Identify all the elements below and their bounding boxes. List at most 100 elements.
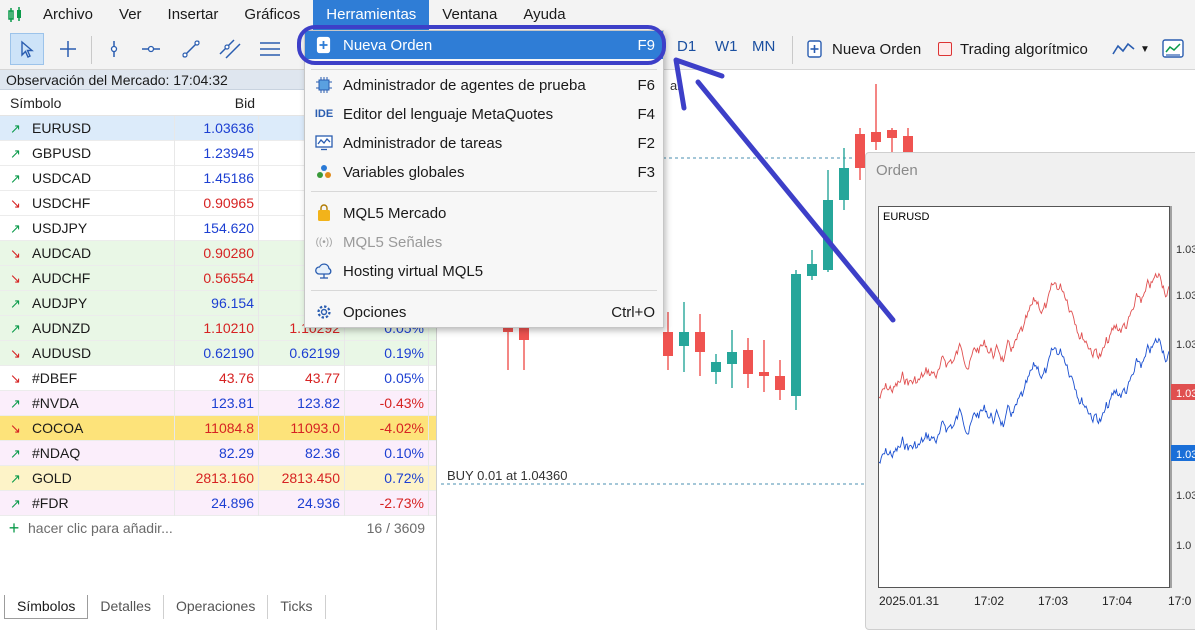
y-tick-2: 1.03: [1176, 290, 1195, 302]
menu-item-label: Editor del lenguaje MetaQuotes: [343, 105, 554, 123]
tab-ticks[interactable]: Ticks: [268, 595, 326, 619]
table-row[interactable]: ↘ AUDUSD 0.62190 0.62199 0.19%: [0, 340, 436, 366]
arrow-up-icon: ↗: [10, 295, 21, 311]
menu-item-hosting-virtual[interactable]: Hosting virtual MQL5: [305, 257, 663, 285]
y-tick-5: 1.0: [1176, 540, 1191, 552]
bid-cell: 0.62190: [175, 340, 259, 366]
timeframe-w1[interactable]: W1: [715, 38, 738, 55]
bid-cell: 43.76: [175, 365, 259, 391]
arrow-up-icon: ↗: [10, 320, 21, 336]
menu-item-shortcut: F6: [637, 76, 655, 94]
candle-body: [855, 134, 865, 168]
change-cell: 0.19%: [345, 340, 429, 366]
cursor-tool-button[interactable]: [10, 33, 44, 65]
task-manager-icon: [305, 135, 343, 151]
buy-order-label[interactable]: BUY 0.01 at 1.04360: [447, 468, 567, 483]
menu-insertar[interactable]: Insertar: [155, 0, 232, 30]
arrow-down-icon: ↘: [10, 370, 21, 386]
annotation-highlight-ring: [297, 25, 666, 65]
menu-item-agentes-prueba[interactable]: Administrador de agentes de prueba F6: [305, 71, 663, 99]
change-cell: -4.02%: [345, 415, 429, 441]
menu-item-mql5-mercado[interactable]: MQL5 Mercado: [305, 199, 663, 227]
symbol-name: EURUSD: [32, 119, 92, 136]
menu-item-administrador-tareas[interactable]: Administrador de tareas F2: [305, 129, 663, 157]
symbol-cell: ↘ COCOA: [0, 415, 175, 441]
symbol-cell: ↗ USDCAD: [0, 165, 175, 191]
symbol-name: USDJPY: [32, 219, 88, 236]
symbol-cell: ↗ GOLD: [0, 465, 175, 491]
crosshair-tool-button[interactable]: [52, 33, 84, 65]
trendline-button[interactable]: [176, 33, 206, 65]
menu-item-opciones[interactable]: Opciones Ctrl+O: [305, 298, 663, 326]
menu-item-mql5-senales[interactable]: ((•)) MQL5 Señales: [305, 228, 663, 256]
vertical-line-icon: [110, 41, 118, 57]
symbol-name: #FDR: [32, 494, 69, 511]
plus-icon[interactable]: +: [0, 518, 28, 539]
symbol-cell: ↗ EURUSD: [0, 115, 175, 141]
menu-item-label: MQL5 Mercado: [343, 204, 447, 222]
bid-cell: 154.620: [175, 215, 259, 241]
signals-icon: ((•)): [315, 236, 333, 248]
candle-body: [839, 168, 849, 200]
add-symbol-link[interactable]: hacer clic para añadir...: [28, 520, 345, 536]
menu-item-variables-globales[interactable]: Variables globales F3: [305, 158, 663, 186]
arrow-up-icon: ↗: [10, 145, 21, 161]
candle-body: [519, 328, 529, 340]
symbol-name: AUDCAD: [32, 244, 92, 261]
indicators-dropdown-button[interactable]: ▼: [1110, 33, 1152, 65]
table-row[interactable]: ↗ #FDR 24.896 24.936 -2.73%: [0, 490, 436, 516]
bid-price-tag: 1.03: [1176, 449, 1195, 461]
table-row[interactable]: ↗ #NDAQ 82.29 82.36 0.10%: [0, 440, 436, 466]
ask-cell: 43.77: [259, 365, 345, 391]
arrow-up-icon: ↗: [10, 220, 21, 236]
timeframe-mn[interactable]: MN: [752, 38, 775, 55]
ask-price-tag: 1.03: [1176, 388, 1195, 400]
menu-item-editor-metaquotes[interactable]: IDE Editor del lenguaje MetaQuotes F4: [305, 100, 663, 128]
menu-item-shortcut: F2: [637, 134, 655, 152]
menu-archivo[interactable]: Archivo: [30, 0, 106, 30]
change-cell: -2.73%: [345, 490, 429, 516]
menu-item-label: Administrador de agentes de prueba: [343, 76, 586, 94]
vertical-line-button[interactable]: [100, 33, 128, 65]
table-row[interactable]: ↘ #DBEF 43.76 43.77 0.05%: [0, 365, 436, 391]
bid-cell: 1.10210: [175, 315, 259, 341]
y-tick-1: 1.03: [1176, 244, 1195, 256]
candle-body: [663, 332, 673, 356]
menu-ver[interactable]: Ver: [106, 0, 155, 30]
candle-body: [695, 332, 705, 352]
chart-templates-button[interactable]: [1160, 33, 1186, 65]
market-bag-icon: [305, 204, 343, 222]
bid-cell: 0.90280: [175, 240, 259, 266]
bid-cell: 24.896: [175, 490, 259, 516]
menu-graficos[interactable]: Gráficos: [231, 0, 313, 30]
arrow-down-icon: ↘: [10, 245, 21, 261]
tab-detalles[interactable]: Detalles: [88, 595, 164, 619]
timeframe-d1[interactable]: D1: [677, 38, 696, 55]
header-symbol[interactable]: Símbolo: [0, 95, 175, 111]
table-row[interactable]: ↘ COCOA 11084.8 11093.0 -4.02%: [0, 415, 436, 441]
change-cell: 0.72%: [345, 465, 429, 491]
chip-icon: [305, 76, 343, 94]
fibonacci-button[interactable]: [254, 33, 286, 65]
line-chart-icon: [1112, 42, 1135, 55]
new-order-toolbar-button[interactable]: Nueva Orden: [806, 33, 921, 65]
symbol-name: AUDUSD: [32, 344, 92, 361]
bid-cell: 123.81: [175, 390, 259, 416]
table-row[interactable]: ↗ GOLD 2813.160 2813.450 0.72%: [0, 465, 436, 491]
new-order-toolbar-label: Nueva Orden: [832, 40, 922, 58]
tab-simbolos[interactable]: Símbolos: [4, 595, 89, 619]
horizontal-line-button[interactable]: [136, 33, 166, 65]
x-tick-date: 2025.01.31: [879, 594, 939, 608]
header-bid[interactable]: Bid: [175, 95, 259, 111]
ide-icon: IDE: [314, 108, 334, 120]
candle-body: [679, 332, 689, 346]
channel-button[interactable]: [214, 33, 246, 65]
bid-cell: 96.154: [175, 290, 259, 316]
order-dialog[interactable]: Orden EURUSD 1.03 1.03 1.03 1.03 1.0 1.0…: [865, 152, 1195, 630]
tab-operaciones[interactable]: Operaciones: [164, 595, 269, 619]
table-row[interactable]: ↗ #NVDA 123.81 123.82 -0.43%: [0, 390, 436, 416]
menu-item-label: Opciones: [343, 303, 407, 321]
fibonacci-icon: [260, 42, 280, 56]
symbol-name: AUDCHF: [32, 269, 91, 286]
algo-trading-button[interactable]: Trading algorítmico: [938, 33, 1088, 65]
